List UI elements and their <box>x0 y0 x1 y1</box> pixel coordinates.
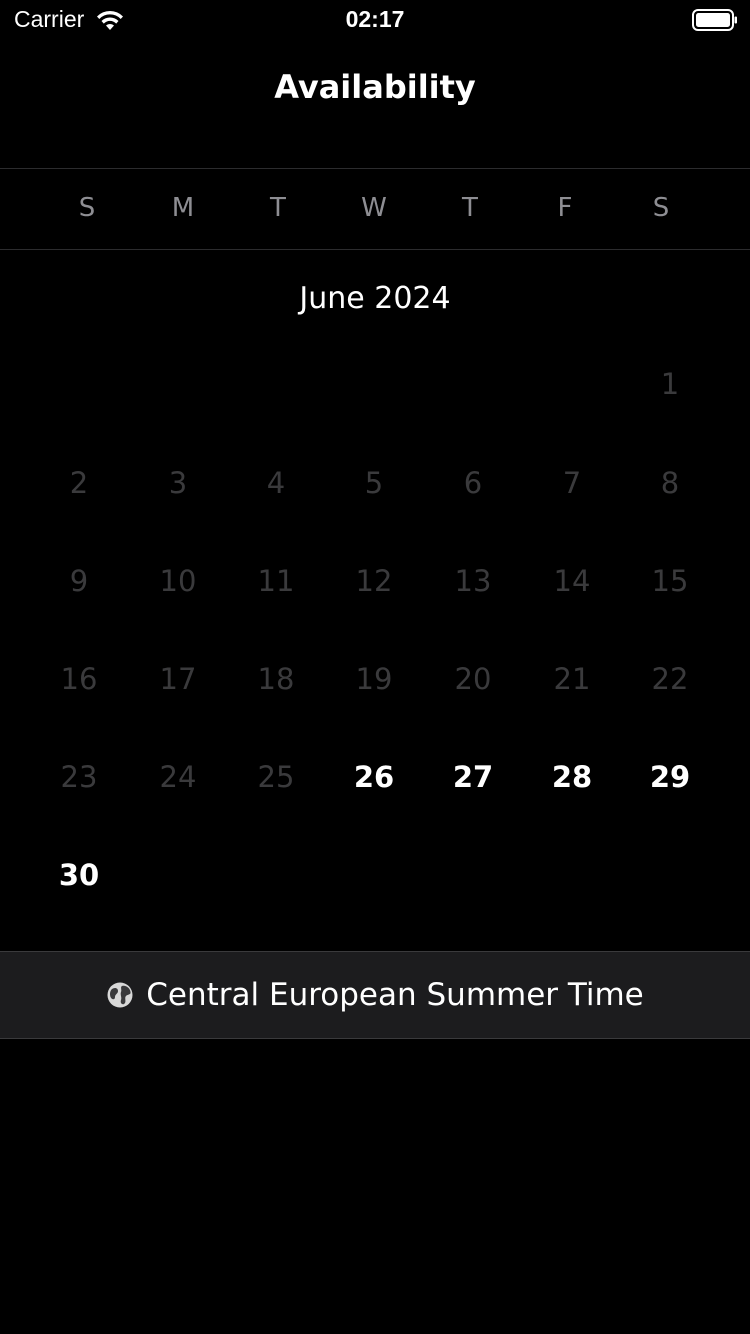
calendar-day-9: 9 <box>69 564 89 598</box>
calendar-day-10: 10 <box>159 564 197 598</box>
calendar-day-3: 3 <box>168 466 188 500</box>
calendar-day-30[interactable]: 30 <box>39 840 119 910</box>
status-bar: Carrier 02:17 <box>0 0 750 40</box>
calendar-day-17: 17 <box>159 662 197 696</box>
timezone-label: Central European Summer Time <box>146 977 644 1013</box>
calendar-day-8: 8 <box>660 466 680 500</box>
weekday-thursday: T <box>462 193 478 223</box>
timezone-selector[interactable]: Central European Summer Time <box>0 951 750 1039</box>
battery-icon <box>692 9 737 31</box>
weekday-tuesday: T <box>270 193 286 223</box>
calendar-day-20: 20 <box>454 662 492 696</box>
weekday-monday: M <box>171 193 195 223</box>
calendar-day-25: 25 <box>257 760 295 794</box>
calendar-day-12: 12 <box>355 564 393 598</box>
calendar-day-11: 11 <box>257 564 295 598</box>
calendar-day-22: 22 <box>651 662 689 696</box>
calendar-day-28[interactable]: 28 <box>532 742 612 812</box>
calendar-day-27[interactable]: 27 <box>433 742 513 812</box>
calendar-day-14: 14 <box>553 564 591 598</box>
calendar-day-2: 2 <box>69 466 89 500</box>
weekday-header: S M T W T F S <box>0 168 750 250</box>
calendar-day-5: 5 <box>364 466 384 500</box>
weekday-friday: F <box>557 193 573 223</box>
calendar-day-24: 24 <box>159 760 197 794</box>
weekday-sunday: S <box>78 193 96 223</box>
calendar-day-1: 1 <box>660 367 680 401</box>
calendar-day-21: 21 <box>553 662 591 696</box>
page-title: Availability <box>274 68 476 106</box>
status-time: 02:17 <box>345 6 405 32</box>
weekday-wednesday: W <box>361 193 387 223</box>
calendar-day-13: 13 <box>454 564 492 598</box>
calendar-day-6: 6 <box>463 466 483 500</box>
calendar-day-7: 7 <box>562 466 582 500</box>
globe-icon <box>107 982 133 1008</box>
calendar-day-16: 16 <box>60 662 98 696</box>
calendar-day-15: 15 <box>651 564 689 598</box>
month-title: June 2024 <box>299 281 451 316</box>
calendar-day-selected[interactable]: 26 <box>334 742 414 812</box>
calendar-day-23: 23 <box>60 760 98 794</box>
weekday-saturday: S <box>652 193 670 223</box>
calendar-day-18: 18 <box>257 662 295 696</box>
calendar-day-29[interactable]: 29 <box>630 742 710 812</box>
calendar-day-4: 4 <box>266 466 286 500</box>
calendar-day-19: 19 <box>355 662 393 696</box>
